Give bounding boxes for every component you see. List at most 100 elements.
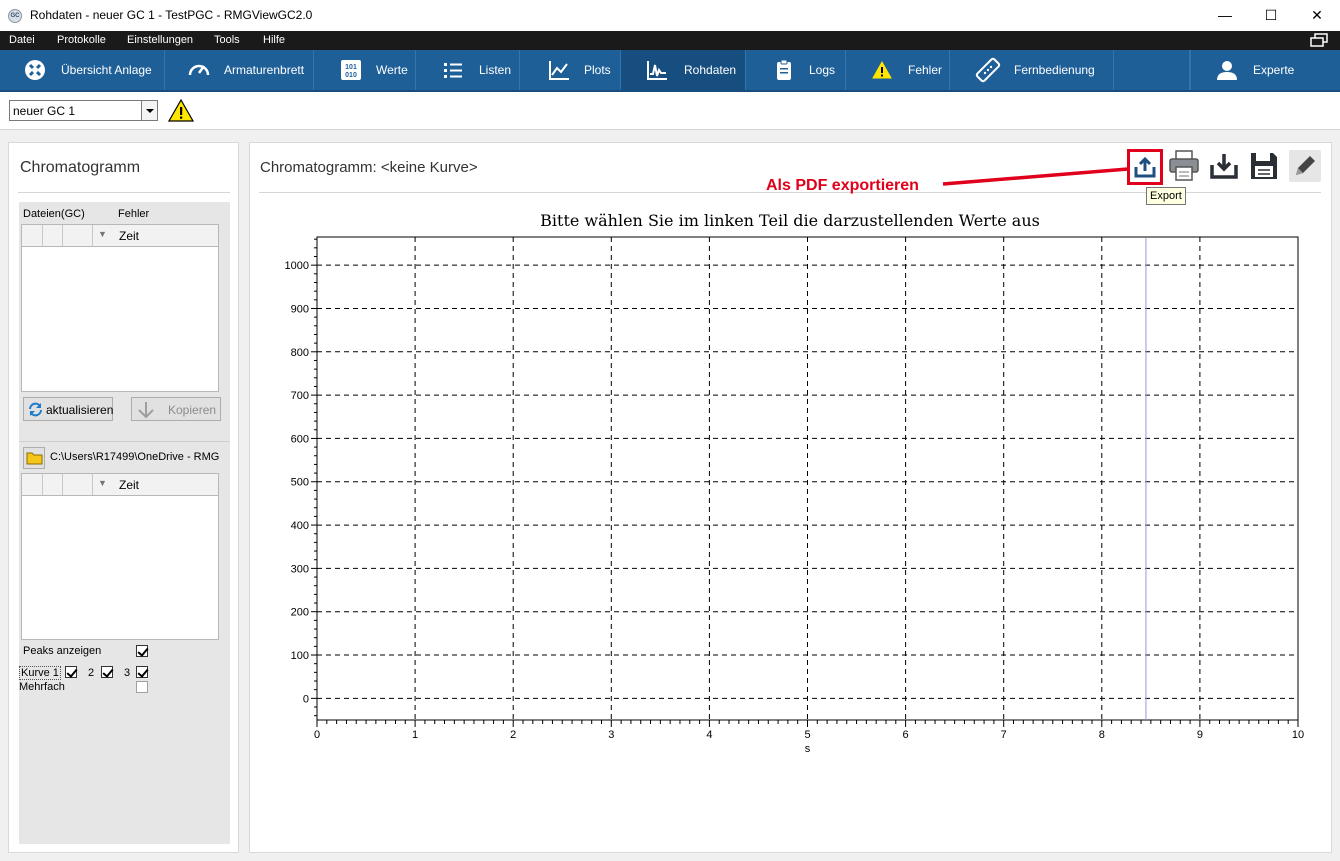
show-peaks-checkbox[interactable]: [136, 645, 148, 657]
menu-protokolle[interactable]: Protokolle: [57, 34, 106, 46]
y-tick-label: 700: [291, 390, 309, 402]
nav-label: Übersicht Anlage: [61, 63, 152, 77]
x-tick-label: 7: [1001, 729, 1007, 741]
x-tick-label: 1: [412, 729, 418, 741]
open-folder-button[interactable]: [23, 447, 45, 469]
files-label: Dateien(GC): [23, 208, 85, 220]
multiple-label: Mehrfach: [19, 681, 65, 693]
copy-button[interactable]: Kopieren: [131, 397, 221, 421]
x-tick-label: 9: [1197, 729, 1203, 741]
curve1-label: Kurve 1: [19, 666, 61, 680]
remote-icon: [975, 57, 1001, 83]
path-label: C:\Users\R17499\OneDrive - RMG: [50, 451, 220, 463]
chart-panel-title: Chromatogramm: <keine Kurve>: [260, 159, 478, 176]
x-tick-label: 8: [1099, 729, 1105, 741]
warning-icon: [872, 60, 892, 79]
column-zeit[interactable]: ▼ Zeit: [93, 474, 220, 495]
y-tick-label: 100: [291, 650, 309, 662]
file-area: Dateien(GC) Fehler ▼ Zeit aktualisieren: [19, 202, 230, 844]
x-tick-label: 10: [1292, 729, 1304, 741]
nav-uebersicht[interactable]: Übersicht Anlage: [0, 50, 165, 90]
sort-icon: ▼: [98, 229, 107, 239]
y-tick-label: 800: [291, 347, 309, 359]
warning-icon[interactable]: [168, 99, 194, 123]
y-tick-label: 400: [291, 520, 309, 532]
main-nav: Übersicht Anlage Armaturenbrett 101 010 …: [0, 50, 1340, 92]
curve1-checkbox[interactable]: [65, 666, 77, 678]
gc-files-table[interactable]: ▼ Zeit: [21, 224, 219, 392]
local-files-table[interactable]: ▼ Zeit: [21, 473, 219, 640]
y-tick-label: 600: [291, 433, 309, 445]
y-tick-label: 500: [291, 477, 309, 489]
arrow-down-icon: [138, 402, 154, 419]
divider: [18, 192, 230, 193]
menu-bar: Datei Protokolle Einstellungen Tools Hil…: [0, 31, 1340, 50]
panel-title: Chromatogramm: [20, 159, 141, 176]
x-tick-label: 6: [903, 729, 909, 741]
line-chart-icon: [549, 61, 569, 80]
refresh-button[interactable]: aktualisieren: [23, 397, 113, 421]
errors-label: Fehler: [118, 208, 150, 220]
menu-einstellungen[interactable]: Einstellungen: [127, 34, 193, 46]
y-tick-label: 300: [291, 563, 309, 575]
nav-spacer: [1114, 50, 1190, 90]
nav-listen[interactable]: Listen: [416, 50, 520, 90]
chevron-down-icon[interactable]: [141, 101, 157, 120]
nav-fernbedienung[interactable]: Fernbedienung: [950, 50, 1114, 90]
x-tick-label: 5: [804, 729, 810, 741]
x-tick-label: 3: [608, 729, 614, 741]
annotation-arrow: [942, 167, 1129, 186]
folder-icon: [26, 452, 43, 465]
sort-icon: ▼: [98, 478, 107, 488]
gc-select[interactable]: neuer GC 1: [9, 100, 158, 121]
menu-tools[interactable]: Tools: [214, 34, 240, 46]
curve2-checkbox[interactable]: [101, 666, 113, 678]
svg-text:101: 101: [345, 64, 357, 71]
binary-icon: 101 010: [341, 60, 361, 80]
nav-label: Experte: [1253, 63, 1295, 77]
gc-selector-bar: neuer GC 1: [0, 92, 1340, 130]
menu-datei[interactable]: Datei: [9, 34, 35, 46]
download-icon[interactable]: [1207, 149, 1241, 183]
nav-armaturenbrett[interactable]: Armaturenbrett: [165, 50, 314, 90]
nav-plots[interactable]: Plots: [520, 50, 621, 90]
export-icon: [1134, 156, 1156, 178]
overview-icon: [25, 60, 45, 80]
nav-label: Werte: [376, 63, 408, 77]
window-title: Rohdaten - neuer GC 1 - TestPGC - RMGVie…: [30, 8, 313, 22]
print-icon[interactable]: [1167, 149, 1201, 183]
y-tick-label: 900: [291, 303, 309, 315]
multiple-checkbox[interactable]: [136, 681, 148, 693]
export-tooltip: Export: [1146, 187, 1186, 205]
nav-label: Fehler: [908, 63, 943, 77]
edit-icon[interactable]: [1288, 149, 1322, 183]
save-icon[interactable]: [1247, 149, 1281, 183]
x-tick-label: 2: [510, 729, 516, 741]
chart-panel: Chromatogramm: <keine Kurve> Export Als …: [249, 142, 1332, 853]
x-tick-label: 4: [706, 729, 712, 741]
nav-rohdaten[interactable]: Rohdaten: [621, 50, 746, 90]
chart-title: Bitte wählen Sie im linken Teil die darz…: [540, 211, 1040, 230]
curve3-checkbox[interactable]: [136, 666, 148, 678]
nav-label: Listen: [479, 63, 512, 77]
chromatogram-plot[interactable]: 0 100 200 300 400 500 600 700 800 900 1000 0 1 2 3 4 5 6 7…: [250, 229, 1330, 789]
gauge-icon: [188, 64, 210, 76]
y-tick-label: 0: [303, 693, 309, 705]
nav-fehler[interactable]: Fehler: [846, 50, 950, 90]
column-zeit[interactable]: ▼ Zeit: [93, 225, 220, 246]
maximize-button[interactable]: ☐: [1248, 0, 1294, 31]
close-button[interactable]: ✕: [1294, 0, 1340, 31]
nav-label: Rohdaten: [684, 63, 737, 77]
nav-label: Plots: [584, 63, 611, 77]
menu-hilfe[interactable]: Hilfe: [263, 34, 285, 46]
nav-werte[interactable]: 101 010 Werte: [314, 50, 416, 90]
gc-select-value: neuer GC 1: [13, 104, 76, 118]
restore-window-icon[interactable]: [1310, 33, 1328, 47]
user-icon: [1217, 61, 1237, 80]
nav-logs[interactable]: Logs: [746, 50, 846, 90]
nav-experte[interactable]: Experte: [1190, 50, 1340, 90]
minimize-button[interactable]: —: [1202, 0, 1248, 31]
y-tick-label: 200: [291, 607, 309, 619]
app-icon: GC: [8, 9, 22, 23]
svg-text:010: 010: [345, 72, 357, 79]
